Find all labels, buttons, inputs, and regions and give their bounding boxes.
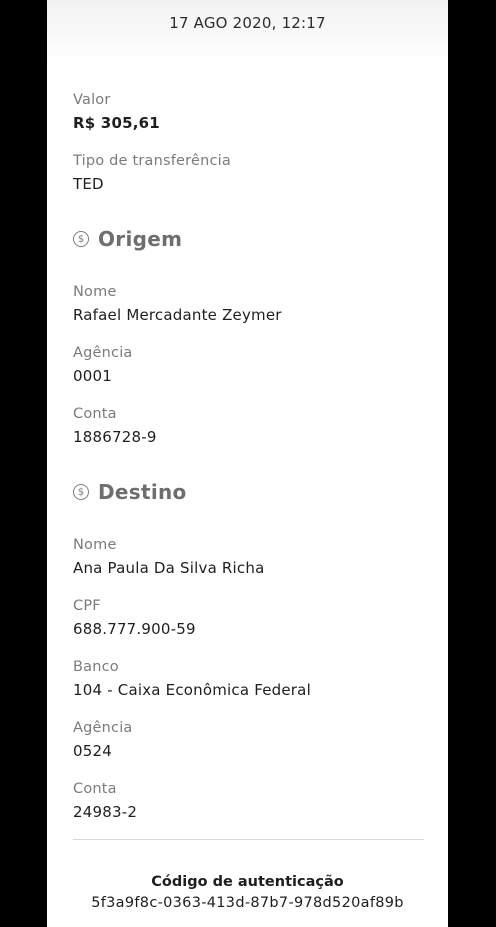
receipt-header: 17 AGO 2020, 12:17	[47, 0, 448, 64]
destino-title: Destino	[98, 480, 187, 504]
origem-agencia-value: 0001	[73, 367, 112, 385]
destino-cpf-value: 688.777.900-59	[73, 620, 196, 638]
destino-conta-field: Conta 24983-2	[73, 779, 428, 822]
transaction-date: 17 AGO 2020, 12:17	[169, 14, 326, 32]
origem-conta-field: Conta 1886728-9	[73, 404, 428, 447]
tipo-transferencia-field: Tipo de transferência TED	[73, 151, 428, 194]
origem-title: Origem	[98, 227, 183, 251]
destino-banco-field: Banco 104 - Caixa Econômica Federal	[73, 657, 428, 700]
origem-agencia-field: Agência 0001	[73, 343, 428, 386]
destino-cpf-label: CPF	[73, 598, 101, 614]
valor-label: Valor	[73, 92, 111, 108]
destino-nome-value: Ana Paula Da Silva Richa	[73, 559, 265, 577]
origem-agencia-label: Agência	[73, 345, 133, 361]
dollar-circle-icon: $	[73, 231, 89, 247]
tipo-transferencia-label: Tipo de transferência	[73, 153, 232, 169]
destino-conta-label: Conta	[73, 781, 117, 797]
destino-nome-label: Nome	[73, 537, 117, 553]
dollar-circle-icon: $	[73, 484, 89, 500]
destino-agencia-field: Agência 0524	[73, 718, 428, 761]
origem-conta-value: 1886728-9	[73, 428, 157, 446]
origem-nome-label: Nome	[73, 284, 117, 300]
tipo-transferencia-value: TED	[73, 175, 104, 193]
destino-banco-label: Banco	[73, 659, 119, 675]
origem-conta-label: Conta	[73, 406, 117, 422]
divider	[73, 839, 424, 840]
destino-cpf-field: CPF 688.777.900-59	[73, 596, 428, 639]
destino-banco-value: 104 - Caixa Econômica Federal	[73, 681, 311, 699]
destino-nome-field: Nome Ana Paula Da Silva Richa	[73, 535, 428, 578]
auth-code-value: 5f3a9f8c-0363-413d-87b7-978d520af89b	[91, 895, 404, 911]
auth-code-title: Código de autenticação	[151, 874, 344, 890]
origem-nome-field: Nome Rafael Mercadante Zeymer	[73, 282, 428, 325]
valor-value: R$ 305,61	[73, 114, 160, 132]
destino-agencia-label: Agência	[73, 720, 133, 736]
origem-nome-value: Rafael Mercadante Zeymer	[73, 306, 282, 324]
origem-section-header: $ Origem	[73, 227, 182, 251]
destino-agencia-value: 0524	[73, 742, 112, 760]
receipt-screen: 17 AGO 2020, 12:17 Valor R$ 305,61 Tipo …	[47, 0, 448, 927]
destino-section-header: $ Destino	[73, 480, 187, 504]
destino-conta-value: 24983-2	[73, 803, 138, 821]
valor-field: Valor R$ 305,61	[73, 90, 428, 133]
